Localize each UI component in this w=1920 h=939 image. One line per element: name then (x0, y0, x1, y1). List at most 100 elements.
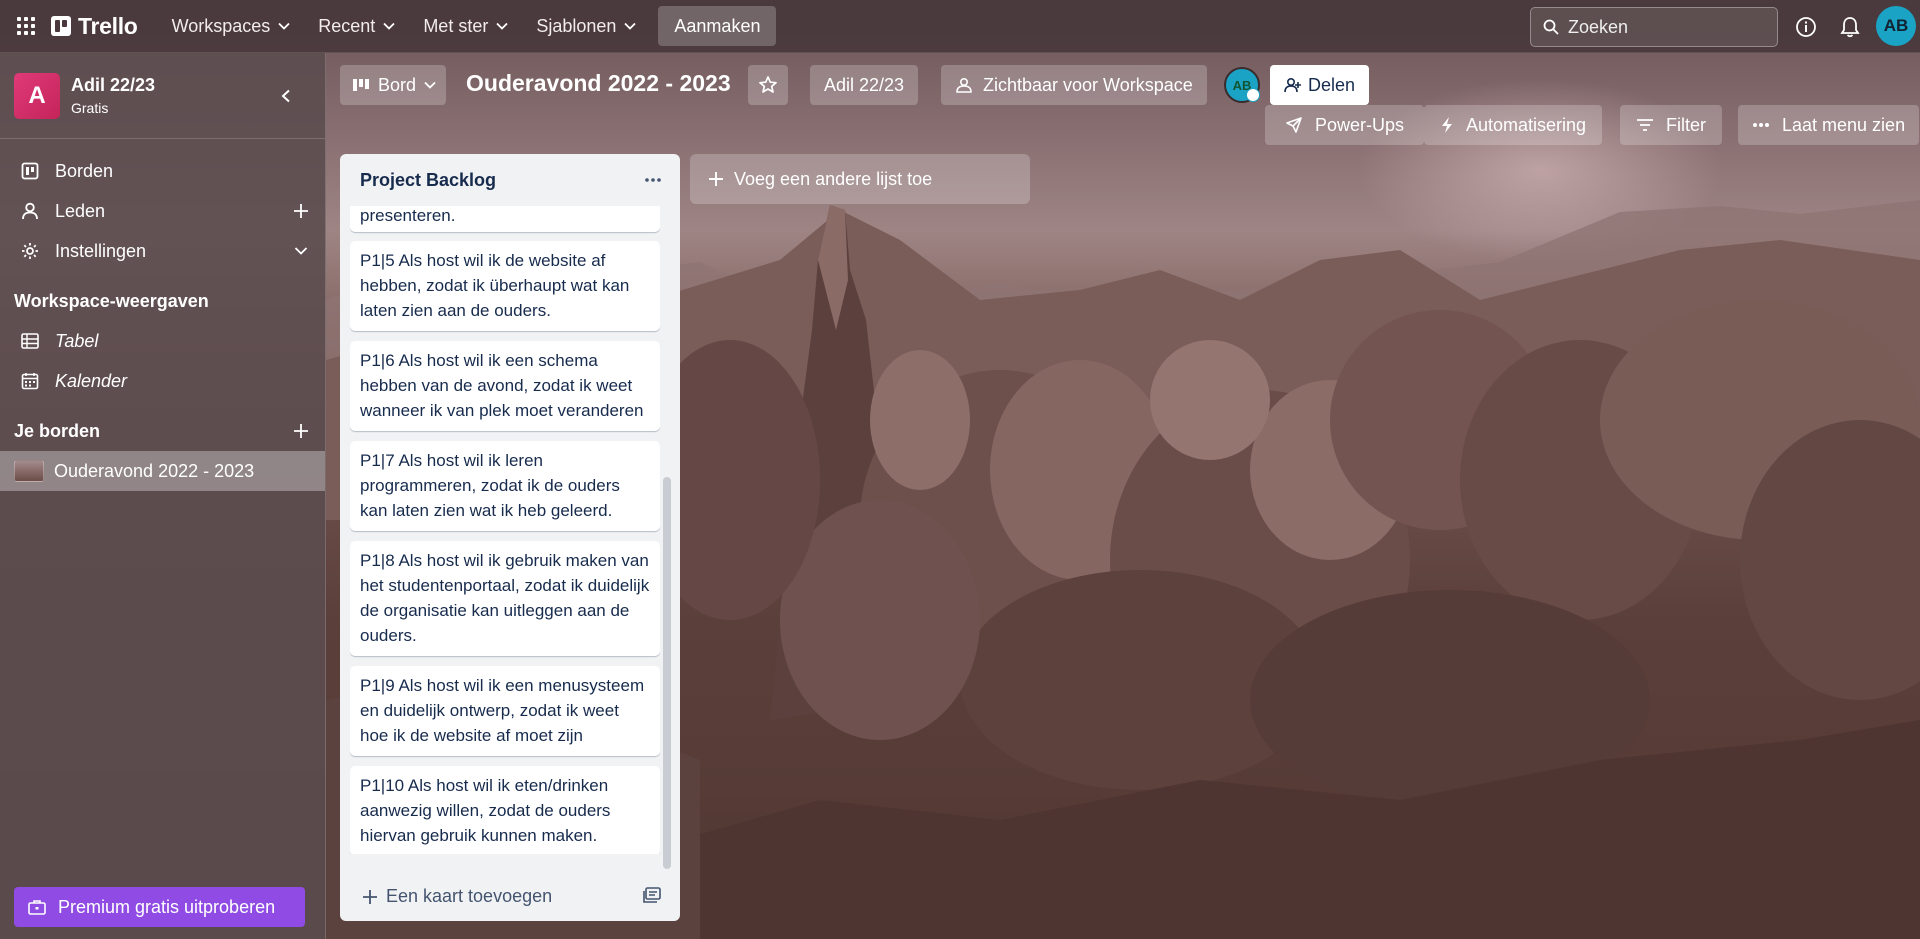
lightning-icon (1442, 117, 1452, 133)
star-board-button[interactable] (748, 65, 788, 105)
sidebar-item-label: Borden (55, 160, 114, 181)
list-card[interactable]: P1|8 Als host wil ik gebruik maken van h… (350, 541, 660, 656)
chevron-down-icon (278, 22, 290, 30)
sidebar-item-members[interactable]: Leden (0, 191, 325, 231)
show-menu-label: Laat menu zien (1782, 114, 1906, 135)
add-card-label: Een kaart toevoegen (386, 886, 553, 906)
premium-trial-button[interactable]: Premium gratis uitproberen (14, 887, 305, 927)
list-header[interactable]: Project Backlog (340, 154, 680, 206)
chevron-down-icon[interactable] (291, 241, 311, 261)
workspace-name: Adil 22/23 (71, 75, 156, 95)
list-title[interactable]: Project Backlog (360, 170, 496, 191)
search-box[interactable] (1530, 7, 1778, 47)
card-text: presenteren. (360, 206, 456, 225)
add-member-plus-icon[interactable] (291, 201, 311, 221)
board-title[interactable]: Ouderavond 2022 - 2023 (466, 70, 731, 97)
starred-menu[interactable]: Met ster (409, 7, 522, 45)
sidebar-board-ouderavond[interactable]: Ouderavond 2022 - 2023 (0, 451, 325, 491)
sidebar-item-label: Tabel (55, 330, 99, 351)
search-icon (1543, 19, 1559, 35)
gear-icon (20, 241, 40, 261)
app-switcher-icon[interactable] (10, 10, 42, 42)
person-icon (20, 201, 40, 221)
list-card[interactable]: P1|6 Als host wil ik een schema hebben v… (350, 341, 660, 431)
board-view-switcher[interactable]: Bord (340, 65, 446, 105)
list-card-partial[interactable]: presenteren. (350, 206, 660, 232)
starred-menu-label: Met ster (423, 15, 489, 36)
sidebar-item-boards[interactable]: Borden (0, 151, 325, 191)
card-text: P1|9 Als host wil ik een menusysteem en … (360, 676, 645, 745)
board-thumbnail (14, 460, 44, 482)
notifications-bell-icon[interactable] (1837, 14, 1863, 40)
card-text: P1|6 Als host wil ik een schema hebben v… (360, 351, 644, 420)
automation-label: Automatisering (1466, 114, 1587, 135)
plus-icon (709, 172, 723, 186)
power-ups-label: Power-Ups (1315, 114, 1405, 135)
list-scrollbar[interactable] (663, 477, 671, 869)
sidebar-item-label: Kalender (55, 370, 128, 391)
top-navigation-bar: Trello Workspaces Recent Met ster Sjablo… (0, 0, 1920, 53)
visibility-button[interactable]: Zichtbaar voor Workspace (941, 65, 1207, 105)
table-icon (20, 331, 40, 351)
star-icon (759, 76, 777, 93)
share-label: Delen (1308, 74, 1356, 95)
add-card-button[interactable]: Een kaart toevoegen (362, 886, 552, 907)
sidebar-item-settings[interactable]: Instellingen (0, 231, 325, 271)
briefcase-icon (28, 900, 46, 915)
list-card[interactable]: P1|9 Als host wil ik een menusysteem en … (350, 666, 660, 756)
list-card[interactable]: P1|5 Als host wil ik de website af hebbe… (350, 241, 660, 331)
list-card[interactable]: P1|7 Als host wil ik leren programmeren,… (350, 441, 660, 531)
list-project-backlog: Project Backlog presenteren. P1|5 Als ho… (340, 154, 680, 921)
sidebar-item-table[interactable]: Tabel (0, 321, 325, 361)
share-button[interactable]: Delen (1270, 65, 1370, 105)
sidebar-item-calendar[interactable]: Kalender (0, 361, 325, 401)
list-card[interactable]: P1|10 Als host wil ik eten/drinken aanwe… (350, 766, 660, 854)
workspace-button[interactable]: Adil 22/23 (810, 65, 919, 105)
plus-icon (363, 889, 377, 904)
workspace-avatar: A (14, 72, 60, 119)
templates-menu[interactable]: Sjablonen (522, 7, 650, 45)
calendar-icon (20, 371, 40, 391)
trello-logo-text: Trello (78, 12, 138, 39)
chevron-left-icon (281, 89, 290, 103)
board-view-icon (353, 79, 369, 91)
sidebar-item-label: Leden (55, 200, 106, 221)
chevron-down-icon (624, 22, 637, 30)
workspaces-menu[interactable]: Workspaces (158, 7, 305, 45)
people-icon (956, 77, 972, 93)
workspace-views-heading: Workspace-weergaven (14, 290, 209, 311)
search-input[interactable] (1568, 16, 1768, 38)
power-ups-button[interactable]: Power-Ups (1265, 105, 1425, 145)
workspaces-menu-label: Workspaces (171, 15, 271, 36)
board-icon (20, 161, 40, 181)
chevron-down-icon (424, 81, 436, 89)
workspace-header: A Adil 22/23 Gratis (0, 53, 325, 139)
card-text: P1|8 Als host wil ik gebruik maken van h… (360, 551, 650, 645)
trello-logo[interactable]: Trello (51, 13, 138, 40)
list-actions-more-icon[interactable] (640, 167, 666, 193)
filter-icon (1637, 119, 1653, 131)
sidebar-item-label: Instellingen (55, 240, 147, 261)
add-board-plus-icon[interactable] (291, 421, 311, 441)
admin-badge-icon (1246, 88, 1260, 102)
info-icon[interactable] (1793, 14, 1819, 40)
recent-menu[interactable]: Recent (304, 7, 409, 45)
more-horizontal-icon (1753, 123, 1769, 127)
chevron-down-icon (383, 22, 395, 30)
show-menu-button[interactable]: Laat menu zien (1738, 105, 1920, 145)
premium-trial-label: Premium gratis uitproberen (58, 896, 276, 917)
workspace-sidebar: A Adil 22/23 Gratis Borden Leden Instell… (0, 53, 326, 939)
filter-button[interactable]: Filter (1620, 105, 1722, 145)
board-view-label: Bord (378, 74, 417, 95)
your-boards-heading: Je borden (0, 411, 325, 451)
add-list-button[interactable]: Voeg een andere lijst toe (690, 154, 1030, 204)
create-button[interactable]: Aanmaken (658, 6, 777, 46)
filter-label: Filter (1666, 114, 1706, 135)
workspace-plan: Gratis (71, 100, 109, 116)
card-template-icon[interactable] (642, 885, 662, 905)
user-avatar[interactable]: AB (1876, 6, 1916, 46)
chevron-down-icon (496, 22, 508, 30)
collapse-sidebar-button[interactable] (273, 83, 299, 109)
automation-button[interactable]: Automatisering (1424, 105, 1603, 145)
card-text: P1|5 Als host wil ik de website af hebbe… (360, 251, 630, 320)
